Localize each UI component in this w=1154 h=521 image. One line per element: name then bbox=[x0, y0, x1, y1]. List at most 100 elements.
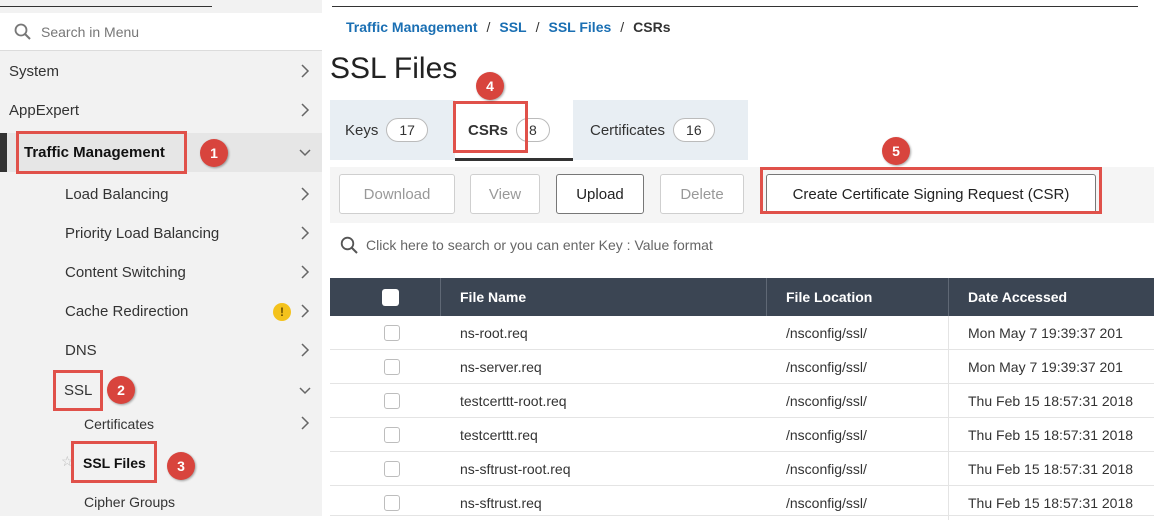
page-title: SSL Files bbox=[330, 52, 458, 85]
row-checkbox[interactable] bbox=[384, 359, 400, 375]
table-search-placeholder: Click here to search or you can enter Ke… bbox=[366, 237, 713, 253]
active-indicator bbox=[0, 133, 7, 172]
sidebar-item-certificates[interactable]: Certificates bbox=[0, 404, 322, 443]
breadcrumb-traffic-management[interactable]: Traffic Management bbox=[346, 19, 477, 35]
column-divider bbox=[948, 384, 949, 418]
search-icon bbox=[14, 23, 31, 40]
chevron-right-icon bbox=[301, 304, 310, 318]
row-checkbox[interactable] bbox=[384, 393, 400, 409]
sidebar-item-label: System bbox=[9, 63, 60, 80]
chevron-right-icon bbox=[301, 343, 310, 357]
column-header-date-accessed[interactable]: Date Accessed bbox=[968, 278, 1067, 316]
column-divider bbox=[948, 278, 949, 316]
date-accessed-cell: Thu Feb 15 18:57:31 2018 bbox=[968, 427, 1134, 443]
row-checkbox[interactable] bbox=[384, 495, 400, 511]
view-button[interactable]: View bbox=[470, 174, 540, 214]
callout-box-create-csr bbox=[760, 167, 1102, 214]
sidebar-item-system[interactable]: System bbox=[0, 52, 322, 91]
file-name-cell: testcerttt.req bbox=[460, 427, 538, 443]
main-top-divider bbox=[332, 6, 1138, 7]
breadcrumb-ssl[interactable]: SSL bbox=[499, 19, 526, 35]
file-location-cell: /nsconfig/ssl/ bbox=[786, 359, 867, 375]
table-row[interactable]: testcerttt.req /nsconfig/ssl/ Thu Feb 15… bbox=[330, 418, 1154, 452]
row-checkbox[interactable] bbox=[384, 461, 400, 477]
date-accessed-cell: Thu Feb 15 18:57:31 2018 bbox=[968, 495, 1134, 511]
search-icon bbox=[340, 236, 358, 254]
sidebar-item-load-balancing[interactable]: Load Balancing bbox=[0, 175, 322, 214]
selected-tab-indicator bbox=[455, 158, 573, 161]
callout-badge-3: 3 bbox=[167, 452, 195, 480]
breadcrumb-separator: / bbox=[620, 19, 625, 35]
sidebar-item-ssl-files[interactable]: ☆ SSL Files bbox=[0, 443, 322, 482]
date-accessed-cell: Mon May 7 19:39:37 201 bbox=[968, 359, 1123, 375]
breadcrumb-current: CSRs bbox=[633, 19, 671, 35]
date-accessed-cell: Thu Feb 15 18:57:31 2018 bbox=[968, 393, 1134, 409]
chevron-down-icon bbox=[299, 149, 311, 157]
table-row[interactable]: ns-root.req /nsconfig/ssl/ Mon May 7 19:… bbox=[330, 316, 1154, 350]
sidebar-item-cipher-groups[interactable]: Cipher Groups bbox=[0, 482, 322, 521]
tab-certificates[interactable]: Certificates 16 bbox=[590, 100, 740, 160]
sidebar-item-content-switching[interactable]: Content Switching bbox=[0, 253, 322, 292]
column-divider bbox=[948, 486, 949, 520]
callout-box-ssl-files bbox=[71, 441, 157, 483]
table-header: File Name File Location Date Accessed bbox=[330, 278, 1154, 316]
callout-badge-4: 4 bbox=[476, 72, 504, 100]
file-location-cell: /nsconfig/ssl/ bbox=[786, 427, 867, 443]
row-checkbox[interactable] bbox=[384, 325, 400, 341]
column-divider bbox=[948, 316, 949, 350]
sidebar-item-cache-redirection[interactable]: Cache Redirection ! bbox=[0, 292, 322, 331]
table-search-input[interactable]: Click here to search or you can enter Ke… bbox=[340, 236, 713, 254]
sidebar-item-label: AppExpert bbox=[9, 102, 80, 119]
row-checkbox[interactable] bbox=[384, 427, 400, 443]
table-row[interactable]: ns-sftrust-root.req /nsconfig/ssl/ Thu F… bbox=[330, 452, 1154, 486]
sidebar-item-label: Cache Redirection bbox=[65, 303, 189, 320]
sidebar-item-label: Priority Load Balancing bbox=[65, 225, 220, 242]
column-divider bbox=[948, 418, 949, 452]
sidebar-item-priority-load-balancing[interactable]: Priority Load Balancing bbox=[0, 214, 322, 253]
sidebar: Search in Menu System AppExpert Traffic … bbox=[0, 0, 322, 516]
file-location-cell: /nsconfig/ssl/ bbox=[786, 495, 867, 511]
column-divider bbox=[948, 350, 949, 384]
file-location-cell: /nsconfig/ssl/ bbox=[786, 461, 867, 477]
callout-box-csrs bbox=[453, 101, 528, 153]
sidebar-item-label: Load Balancing bbox=[65, 186, 169, 203]
tab-count: 16 bbox=[673, 118, 715, 142]
tab-label: Certificates bbox=[590, 121, 666, 139]
sidebar-item-appexpert[interactable]: AppExpert bbox=[0, 91, 322, 130]
column-header-file-name[interactable]: File Name bbox=[460, 278, 526, 316]
column-divider bbox=[766, 278, 767, 316]
table-row[interactable]: ns-server.req /nsconfig/ssl/ Mon May 7 1… bbox=[330, 350, 1154, 384]
download-button[interactable]: Download bbox=[339, 174, 455, 214]
warning-icon: ! bbox=[273, 303, 291, 321]
upload-button[interactable]: Upload bbox=[556, 174, 644, 214]
file-location-cell: /nsconfig/ssl/ bbox=[786, 325, 867, 341]
file-location-cell: /nsconfig/ssl/ bbox=[786, 393, 867, 409]
column-header-file-location[interactable]: File Location bbox=[786, 278, 872, 316]
sidebar-item-label: Content Switching bbox=[65, 264, 186, 281]
breadcrumb-ssl-files[interactable]: SSL Files bbox=[549, 19, 612, 35]
file-name-cell: ns-root.req bbox=[460, 325, 528, 341]
sidebar-item-label: Cipher Groups bbox=[84, 493, 176, 510]
column-divider bbox=[440, 278, 441, 316]
sidebar-item-label: Certificates bbox=[84, 415, 155, 432]
menu-search-input[interactable]: Search in Menu bbox=[0, 13, 322, 51]
chevron-right-icon bbox=[301, 64, 310, 78]
column-divider bbox=[948, 452, 949, 486]
sidebar-item-label: DNS bbox=[65, 342, 97, 359]
table-row[interactable]: ns-sftrust.req /nsconfig/ssl/ Thu Feb 15… bbox=[330, 486, 1154, 520]
tab-keys[interactable]: Keys 17 bbox=[345, 100, 445, 160]
file-name-cell: ns-sftrust.req bbox=[460, 495, 542, 511]
breadcrumb-separator: / bbox=[535, 19, 540, 35]
delete-button[interactable]: Delete bbox=[660, 174, 744, 214]
breadcrumb: Traffic Management / SSL / SSL Files / CSRs bbox=[346, 19, 671, 35]
select-all-checkbox[interactable] bbox=[382, 289, 399, 306]
date-accessed-cell: Mon May 7 19:39:37 201 bbox=[968, 325, 1123, 341]
tab-count: 17 bbox=[386, 118, 428, 142]
callout-badge-2: 2 bbox=[107, 376, 135, 404]
file-name-cell: ns-sftrust-root.req bbox=[460, 461, 571, 477]
chevron-right-icon bbox=[301, 226, 310, 240]
chevron-right-icon bbox=[301, 187, 310, 201]
table-row[interactable]: testcerttt-root.req /nsconfig/ssl/ Thu F… bbox=[330, 384, 1154, 418]
sidebar-item-dns[interactable]: DNS bbox=[0, 331, 322, 370]
chevron-right-icon bbox=[301, 416, 310, 430]
